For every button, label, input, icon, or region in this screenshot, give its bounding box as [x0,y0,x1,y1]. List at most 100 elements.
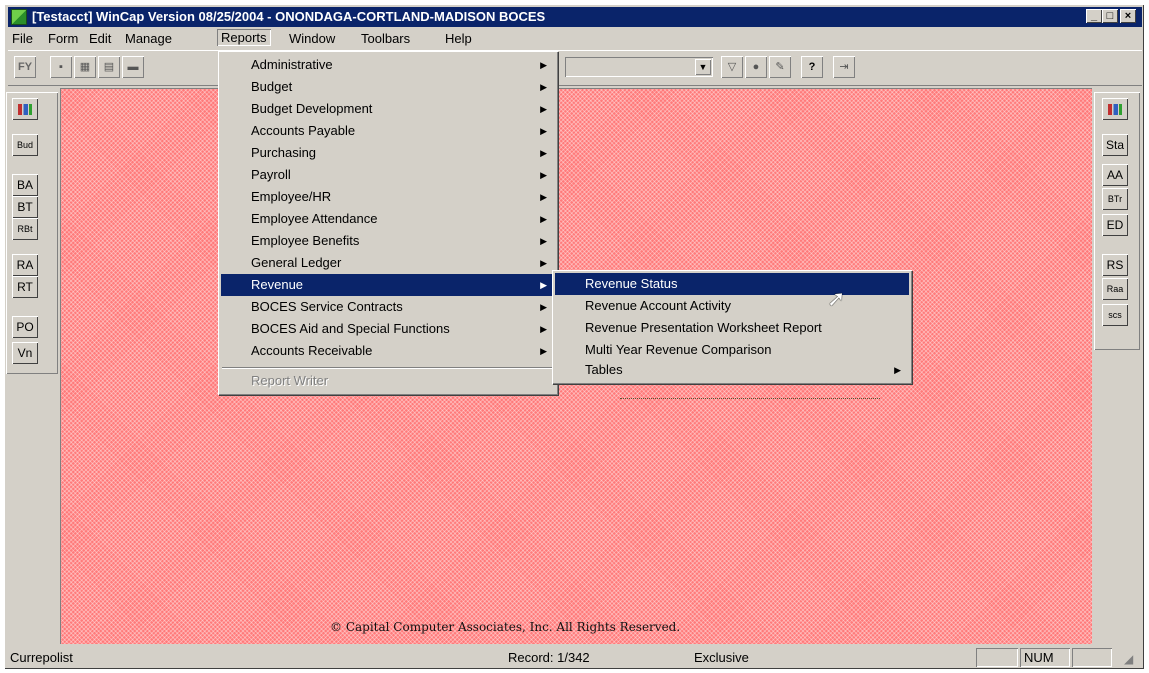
menu-item-report-writer: Report Writer [251,373,329,388]
menu-item-budget-development[interactable]: Budget Development ▶ [221,98,555,120]
menu-item-accounts-payable[interactable]: Accounts Payable ▶ [221,120,555,142]
status-pane-caps [976,648,1018,667]
revenue-submenu: Revenue Status Revenue Account Activity … [552,270,912,384]
record-selector-combo[interactable]: ▼ [565,57,713,77]
menu-manage[interactable]: Manage [125,31,172,46]
menu-help[interactable]: Help [445,31,472,46]
submenu-arrow-icon: ▶ [540,82,547,92]
submenu-item-tables[interactable]: Tables ▶ [555,359,909,381]
submenu-item-multi-year-revenue-comparison[interactable]: Multi Year Revenue Comparison [555,339,909,361]
resize-grip-icon[interactable]: ◢ [1124,652,1133,666]
menu-separator [222,367,552,369]
menu-form[interactable]: Form [48,31,78,46]
submenu-arrow-icon: ▶ [540,302,547,312]
left-tool-po[interactable]: PO [12,316,38,338]
submenu-arrow-icon: ▶ [894,365,901,375]
title-bar: [Testacct] WinCap Version 08/25/2004 - O… [8,7,1142,27]
menu-item-label: Administrative [251,57,333,72]
submenu-arrow-icon: ▶ [540,126,547,136]
right-tool-btr[interactable]: BTr [1102,188,1128,210]
close-button[interactable]: × [1120,9,1136,23]
menu-item-label: Budget [251,79,293,94]
menu-item-label: Accounts Receivable [251,343,373,358]
menu-item-accounts-receivable[interactable]: Accounts Receivable ▶ [221,340,555,362]
menu-item-administrative[interactable]: Administrative ▶ [221,54,555,76]
menu-toolbars[interactable]: Toolbars [361,31,410,46]
save-icon[interactable]: ▬ [122,56,144,78]
right-tool-scs[interactable]: scs [1102,304,1128,326]
copy-record-icon[interactable]: ▦ [74,56,96,78]
chevron-down-icon[interactable]: ▼ [695,59,711,75]
submenu-arrow-icon: ▶ [540,170,547,180]
menu-item-label: BOCES Service Contracts [251,299,403,314]
menu-item-purchasing[interactable]: Purchasing ▶ [221,142,555,164]
status-pane-scroll [1072,648,1112,667]
menu-item-boces-aid-special-functions[interactable]: BOCES Aid and Special Functions ▶ [221,318,555,340]
submenu-arrow-icon: ▶ [540,60,547,70]
menu-item-label: BOCES Aid and Special Functions [251,321,450,336]
left-tool-ba[interactable]: BA [12,174,38,196]
minimize-button[interactable]: _ [1086,9,1102,23]
left-tool-bud[interactable]: Bud [12,134,38,156]
submenu-arrow-icon: ▶ [540,104,547,114]
chart-icon[interactable] [1102,98,1128,120]
submenu-item-revenue-presentation-worksheet[interactable]: Revenue Presentation Worksheet Report [555,317,909,339]
left-tool-rbt[interactable]: RBt [12,218,38,240]
globe-icon[interactable]: ● [745,56,767,78]
left-tool-vn[interactable]: Vn [12,342,38,364]
menu-item-label: Budget Development [251,101,373,116]
right-tool-rs[interactable]: RS [1102,254,1128,276]
chart-icon[interactable] [12,98,38,120]
submenu-arrow-icon: ▶ [540,192,547,202]
submenu-arrow-icon: ▶ [540,280,547,290]
paste-record-icon[interactable]: ▤ [98,56,120,78]
divider [620,398,880,399]
menu-window[interactable]: Window [289,31,335,46]
menu-item-employee-attendance[interactable]: Employee Attendance ▶ [221,208,555,230]
menu-item-general-ledger[interactable]: General Ledger ▶ [221,252,555,274]
right-toolbar: Sta AA BTr ED RS Raa scs [1094,92,1140,350]
submenu-item-revenue-status[interactable]: Revenue Status [555,273,909,295]
window-title: [Testacct] WinCap Version 08/25/2004 - O… [32,9,546,24]
exit-door-icon[interactable]: ⇥ [833,56,855,78]
status-mode: Exclusive [694,650,749,665]
menu-item-label: Employee/HR [251,189,332,204]
help-icon[interactable]: ? [801,56,823,78]
app-icon[interactable] [11,9,27,25]
menu-item-boces-service-contracts[interactable]: BOCES Service Contracts ▶ [221,296,555,318]
menu-edit[interactable]: Edit [89,31,111,46]
menu-item-label: Payroll [251,167,291,182]
edit-icon[interactable]: ✎ [769,56,791,78]
menu-item-label: Revenue [251,277,304,292]
left-tool-bt[interactable]: BT [12,196,38,218]
reports-menu: Administrative ▶ Budget ▶ Budget Developme… [218,51,558,395]
submenu-item-revenue-account-activity[interactable]: Revenue Account Activity [555,295,909,317]
submenu-arrow-icon: ▶ [540,236,547,246]
menu-reports[interactable]: Reports [217,29,271,46]
menu-bar: File Form Edit Manage Reports Window Too… [8,29,1142,49]
right-tool-raa[interactable]: Raa [1102,278,1128,300]
menu-item-budget[interactable]: Budget ▶ [221,76,555,98]
right-tool-ed[interactable]: ED [1102,214,1128,236]
submenu-arrow-icon: ▶ [540,324,547,334]
right-tool-sta[interactable]: Sta [1102,134,1128,156]
menu-item-revenue[interactable]: Revenue ▶ [221,274,555,296]
status-bar: Currepolist Record: 1/342 Exclusive NUM … [4,646,1144,669]
right-tool-aa[interactable]: AA [1102,164,1128,186]
add-record-icon[interactable]: ▪ [50,56,72,78]
status-num-lock: NUM [1020,648,1070,667]
status-current-list: Currepolist [10,650,73,665]
filter-icon[interactable]: ▽ [721,56,743,78]
left-tool-ra[interactable]: RA [12,254,38,276]
status-record-count: Record: 1/342 [508,650,590,665]
fiscal-year-button[interactable]: FY [14,56,36,78]
menu-item-payroll[interactable]: Payroll ▶ [221,164,555,186]
menu-item-employee-benefits[interactable]: Employee Benefits ▶ [221,230,555,252]
menu-item-employee-hr[interactable]: Employee/HR ▶ [221,186,555,208]
menu-item-label: General Ledger [251,255,342,270]
menu-file[interactable]: File [12,31,33,46]
left-tool-rt[interactable]: RT [12,276,38,298]
submenu-arrow-icon: ▶ [540,148,547,158]
maximize-button[interactable]: □ [1102,9,1118,23]
submenu-arrow-icon: ▶ [540,214,547,224]
